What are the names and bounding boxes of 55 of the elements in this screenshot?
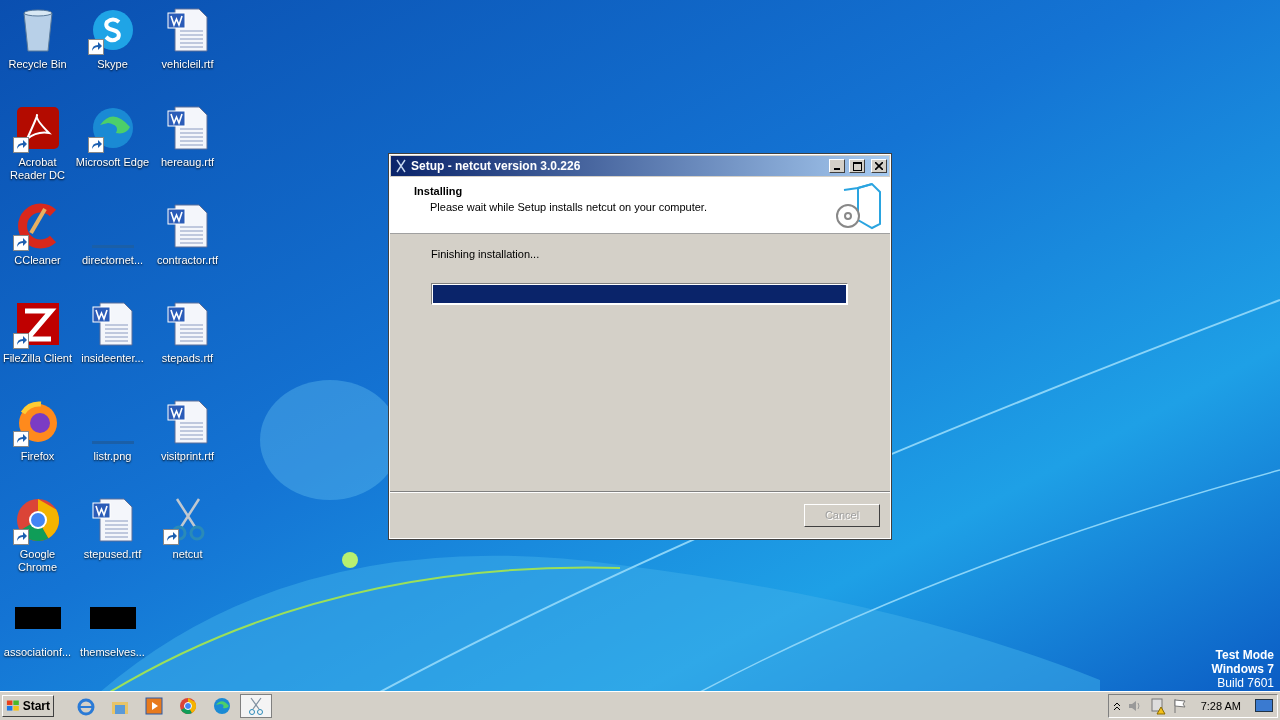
icon-label[interactable]: hereaug.rtf [160, 156, 215, 169]
word-document-icon [164, 105, 211, 151]
maximize-button[interactable] [849, 159, 865, 173]
chevron-up-icon[interactable] [1112, 701, 1121, 711]
minimize-button[interactable] [829, 159, 845, 173]
network-warning-icon[interactable] [1148, 697, 1167, 715]
icon-label[interactable]: netcut [172, 548, 203, 561]
scissors-icon [395, 159, 407, 173]
icon-label[interactable]: Google Chrome [0, 548, 75, 574]
word-document-icon [164, 203, 211, 249]
scissors-icon [246, 696, 266, 716]
icon-label[interactable]: Acrobat Reader DC [0, 156, 75, 182]
icon-label[interactable]: contractor.rtf [156, 254, 219, 267]
chrome-icon [178, 696, 198, 716]
taskbar-button[interactable] [240, 694, 272, 718]
icon-label[interactable]: directornet... [81, 254, 144, 267]
windows-logo-icon [6, 699, 21, 713]
icon-label[interactable]: listr.png [93, 450, 132, 463]
icon-label[interactable]: Firefox [20, 450, 55, 463]
status-text: Finishing installation... [431, 248, 541, 260]
close-icon [875, 162, 883, 170]
icon-label[interactable]: themselves... [80, 646, 145, 659]
flag-icon[interactable] [1172, 698, 1187, 714]
test-mode-notice: Windows 7 [1211, 662, 1274, 677]
icon-label[interactable]: insideenter... [81, 352, 144, 365]
show-desktop-icon[interactable] [1255, 699, 1273, 713]
maximize-icon [852, 161, 862, 171]
clock[interactable]: 7:28 AM [1200, 700, 1241, 712]
icon-label[interactable]: stepused.rtf [83, 548, 142, 561]
word-document-icon [89, 301, 136, 347]
icon-label[interactable]: Microsoft Edge [75, 156, 150, 169]
word-document-icon [164, 7, 211, 53]
icon-label[interactable]: visitprint.rtf [160, 450, 215, 463]
word-document-icon [164, 399, 211, 445]
icon-label[interactable]: stepads.rtf [161, 352, 214, 365]
page-description: Please wait while Setup installs netcut on your computer. [430, 201, 707, 213]
icon-label[interactable]: vehicleil.rtf [161, 58, 214, 71]
page-heading: Installing [414, 185, 464, 197]
edge-browser-icon [212, 696, 232, 716]
software-box-icon [834, 180, 882, 230]
internet-explorer-icon [76, 696, 96, 716]
icon-label[interactable]: Recycle Bin [8, 58, 67, 71]
word-document-icon [164, 301, 211, 347]
start-button[interactable]: Start [2, 695, 54, 717]
window-title: Setup - netcut version 3.0.226 [411, 159, 582, 173]
icon-label[interactable]: FileZilla Client [2, 352, 73, 365]
test-mode-notice: Test Mode [1215, 648, 1274, 663]
close-button[interactable] [871, 159, 887, 173]
media-player-icon [144, 696, 164, 716]
icon-label[interactable]: associationf... [3, 646, 72, 659]
word-document-icon [89, 497, 136, 543]
icon-label[interactable]: CCleaner [14, 254, 61, 267]
icon-label[interactable]: Skype [97, 58, 128, 71]
file-icon [89, 440, 136, 444]
test-mode-notice: Build 7601 [1217, 676, 1274, 691]
